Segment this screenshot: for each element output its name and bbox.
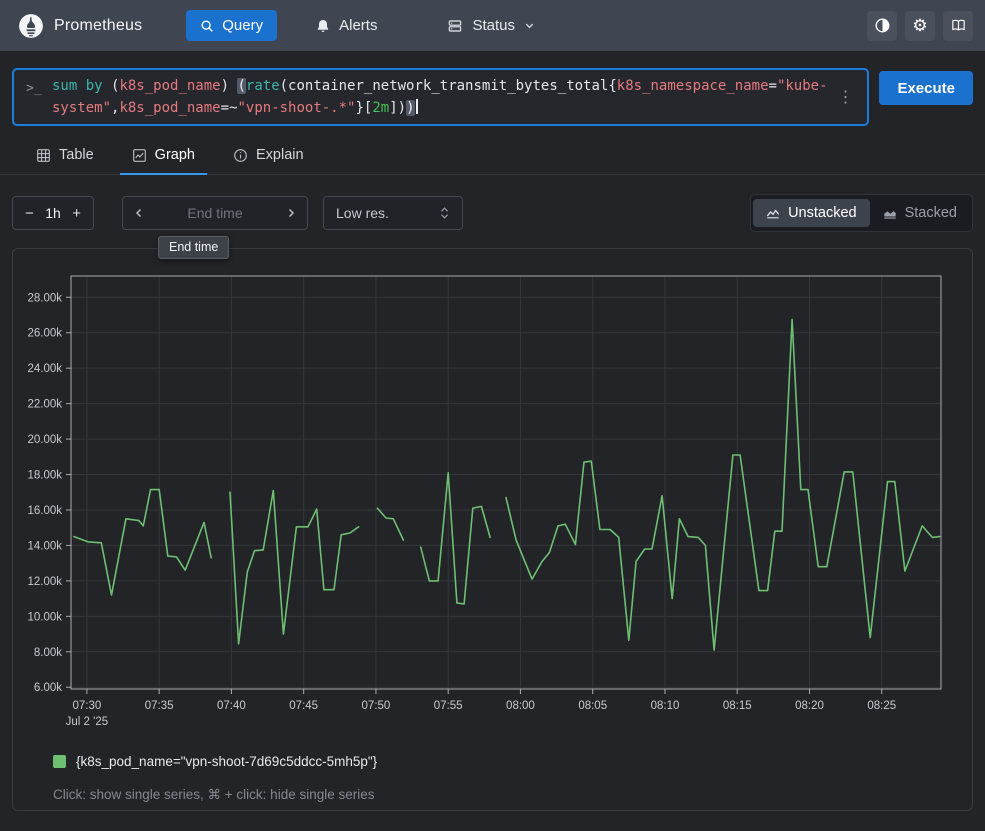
select-chevrons-icon [439,206,450,220]
legend-help-text: Click: show single series, ⌘ + click: hi… [53,787,375,803]
nav-alerts-label: Alerts [339,17,377,34]
svg-text:08:15: 08:15 [723,700,752,712]
nav-status-label: Status [472,17,515,34]
graph-icon [132,148,147,163]
graph-canvas[interactable]: 6.00k 8.00k 10.00k 12.00k 14.00k 16.00k 18.00k… [21,269,966,741]
svg-text:16.00k: 16.00k [27,505,62,517]
stacked-area-icon [883,206,897,220]
tab-explain-label: Explain [256,147,304,163]
svg-text:28.00k: 28.00k [27,292,62,304]
nav-query-label: Query [222,17,263,34]
legend-item[interactable]: {k8s_pod_name="vpn-shoot-7d69c5ddcc-5mh5… [53,754,377,769]
end-time-placeholder: End time [187,205,242,221]
range-stepper: − 1h + [12,196,94,230]
svg-text:08:00: 08:00 [506,700,535,712]
svg-text:08:05: 08:05 [578,700,607,712]
query-input[interactable]: >_ sum by (k8s_pod_name) (rate(container… [12,68,869,126]
chevron-down-icon [524,20,535,31]
search-icon [200,19,214,33]
svg-text:24.00k: 24.00k [27,363,62,375]
prompt-icon: >_ [26,81,52,96]
svg-text:20.00k: 20.00k [27,434,62,446]
svg-text:14.00k: 14.00k [27,540,62,552]
range-value-input[interactable]: 1h [45,205,61,221]
info-icon [233,148,248,163]
range-increase-button[interactable]: + [70,205,83,222]
line-chart: 6.00k 8.00k 10.00k 12.00k 14.00k 16.00k 18.00k… [21,269,966,741]
graph-controls: − 1h + End time Low res. Unsta [12,196,973,232]
legend-series-label: {k8s_pod_name="vpn-shoot-7d69c5ddcc-5mh5… [76,754,377,769]
svg-text:26.00k: 26.00k [27,328,62,340]
stacked-option[interactable]: Stacked [870,199,970,227]
brand-link[interactable]: Prometheus [18,13,142,39]
tab-graph[interactable]: Graph [120,141,207,175]
svg-text:07:30: 07:30 [73,700,102,712]
query-code[interactable]: sum by (k8s_pod_name) (rate(container_ne… [52,68,833,126]
svg-text:22.00k: 22.00k [27,399,62,411]
svg-text:07:45: 07:45 [289,700,318,712]
svg-text:18.00k: 18.00k [27,470,62,482]
resolution-select[interactable]: Low res. [323,196,463,230]
svg-text:07:55: 07:55 [434,700,463,712]
tab-explain[interactable]: Explain [221,141,316,175]
tab-graph-label: Graph [155,147,195,163]
server-stack-icon [447,18,463,34]
contrast-icon [874,17,891,34]
unstacked-option[interactable]: Unstacked [753,199,870,227]
svg-text:07:35: 07:35 [145,700,174,712]
result-tabs: Table Graph Explain [0,141,985,175]
prometheus-app: Prometheus Query Alerts Status [0,0,985,831]
svg-text:08:10: 08:10 [651,700,680,712]
bell-icon [315,18,331,34]
resolution-value: Low res. [336,205,389,221]
gear-icon: ⚙ [912,17,927,34]
nav-status-menu[interactable]: Status [433,10,549,41]
navbar-actions: ⚙ [867,11,973,41]
svg-text:07:40: 07:40 [217,700,246,712]
brand-title: Prometheus [54,17,142,35]
stacked-label: Stacked [905,205,957,221]
tab-table[interactable]: Table [24,141,106,175]
unstacked-label: Unstacked [788,205,857,221]
end-time-input[interactable]: End time [122,196,308,230]
svg-text:12.00k: 12.00k [27,576,62,588]
prometheus-logo-icon [18,13,44,39]
graph-panel: 6.00k 8.00k 10.00k 12.00k 14.00k 16.00k 18.00k… [12,248,973,811]
execute-button[interactable]: Execute [879,71,973,105]
tab-table-label: Table [59,147,94,163]
table-icon [36,148,51,163]
svg-text:10.00k: 10.00k [27,611,62,623]
book-icon [950,17,967,34]
stacking-toggle: Unstacked Stacked [750,194,973,232]
svg-text:07:50: 07:50 [362,700,391,712]
svg-text:Jul 2 '25: Jul 2 '25 [66,716,108,728]
svg-text:8.00k: 8.00k [34,647,62,659]
line-chart-icon [766,206,780,220]
svg-text:6.00k: 6.00k [34,682,62,694]
chevron-right-icon[interactable] [285,207,297,219]
query-menu-button[interactable]: ⋮ [833,87,857,107]
theme-toggle-button[interactable] [867,11,897,41]
query-editor-row: >_ sum by (k8s_pod_name) (rate(container… [12,68,973,126]
settings-button[interactable]: ⚙ [905,11,935,41]
end-time-tooltip: End time [158,236,229,259]
navbar: Prometheus Query Alerts Status [0,0,985,51]
docs-button[interactable] [943,11,973,41]
nav-alerts-button[interactable]: Alerts [301,10,391,41]
svg-text:08:20: 08:20 [795,700,824,712]
legend-swatch [53,755,66,768]
nav-query-button[interactable]: Query [186,10,277,41]
chevron-left-icon[interactable] [133,207,145,219]
svg-text:08:25: 08:25 [867,700,896,712]
range-decrease-button[interactable]: − [23,205,36,222]
